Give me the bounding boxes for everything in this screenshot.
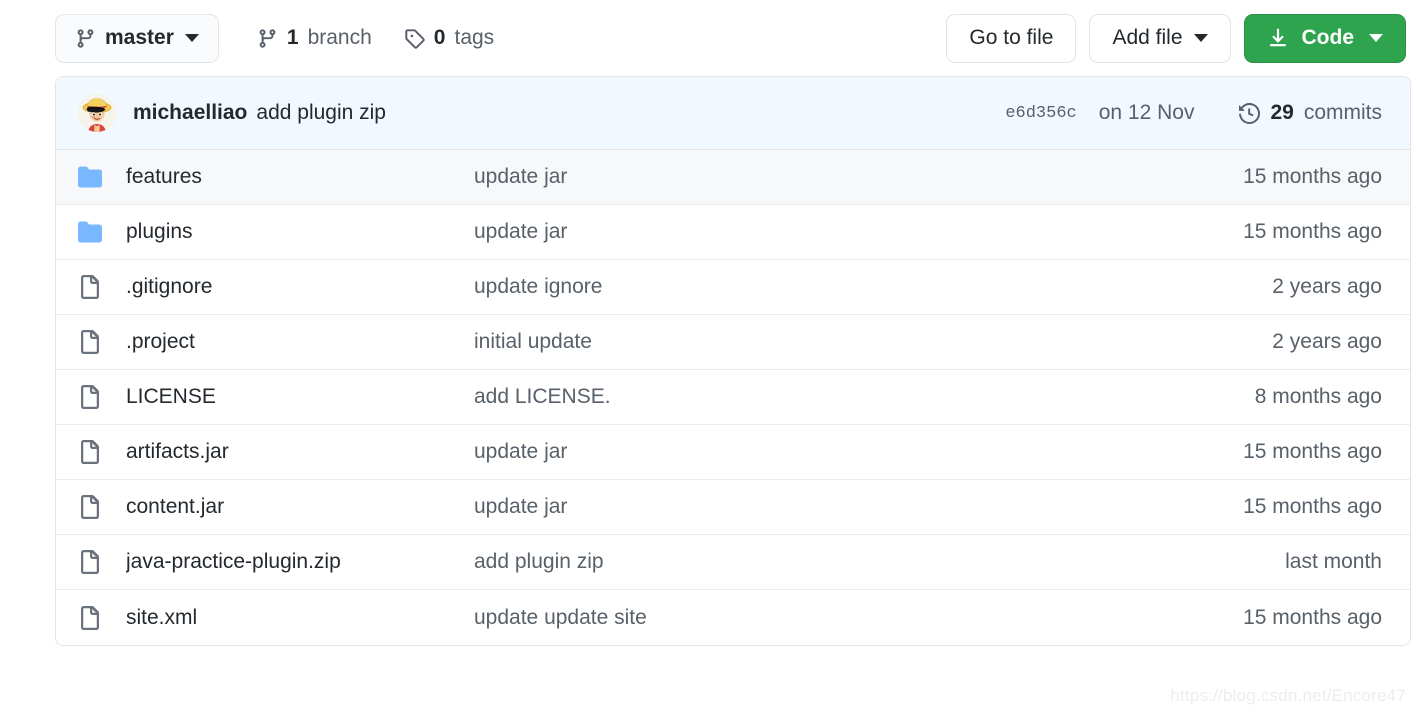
repo-meta-group: 1 branch 0 tags (257, 26, 494, 50)
file-name[interactable]: java-practice-plugin.zip (126, 550, 474, 574)
table-row[interactable]: features update jar 15 months ago (56, 150, 1410, 205)
file-commit-age: last month (1285, 550, 1382, 573)
file-commit-message[interactable]: add LICENSE. (474, 385, 1255, 409)
table-row[interactable]: LICENSE add LICENSE. 8 months ago (56, 370, 1410, 425)
repo-file-browser: master 1 branch 0 tags Go to file Add fi… (0, 0, 1416, 716)
tag-icon (404, 28, 425, 49)
table-row[interactable]: .gitignore update ignore 2 years ago (56, 260, 1410, 315)
toolbar-left-group: master 1 branch 0 tags (55, 13, 494, 63)
file-commit-message[interactable]: update jar (474, 165, 1243, 189)
branch-select-label: master (105, 26, 174, 49)
tag-count[interactable]: 0 tags (404, 26, 494, 50)
tag-count-label: tags (454, 26, 495, 49)
commit-count-label: commits (1303, 101, 1382, 124)
file-commit-message[interactable]: add plugin zip (474, 550, 1285, 574)
file-commit-age: 2 years ago (1272, 275, 1382, 298)
file-commit-message[interactable]: update ignore (474, 275, 1272, 299)
file-icon (78, 550, 108, 574)
commit-count-value: 29 (1270, 101, 1294, 124)
folder-icon (78, 220, 108, 244)
branch-select-button[interactable]: master (55, 13, 219, 63)
commit-sha[interactable]: e6d356c (1005, 104, 1076, 123)
commit-message[interactable]: add plugin zip (256, 101, 386, 125)
branch-count-value: 1 (286, 26, 299, 49)
go-to-file-label: Go to file (969, 26, 1054, 49)
go-to-file-button[interactable]: Go to file (946, 13, 1077, 63)
table-row[interactable]: content.jar update jar 15 months ago (56, 480, 1410, 535)
avatar[interactable] (78, 94, 116, 132)
file-name[interactable]: content.jar (126, 495, 474, 519)
table-row[interactable]: java-practice-plugin.zip add plugin zip la… (56, 535, 1410, 590)
git-branch-icon (75, 28, 96, 49)
download-icon (1267, 27, 1289, 49)
file-name[interactable]: LICENSE (126, 385, 474, 409)
table-row[interactable]: artifacts.jar update jar 15 months ago (56, 425, 1410, 480)
folder-icon (78, 165, 108, 189)
add-file-label: Add file (1112, 26, 1183, 49)
watermark: https://blog.csdn.net/Encore47 (1170, 686, 1406, 705)
file-icon (78, 495, 108, 519)
table-row[interactable]: plugins update jar 15 months ago (56, 205, 1410, 260)
file-name[interactable]: .project (126, 330, 474, 354)
git-branch-icon (257, 28, 278, 49)
history-icon (1239, 102, 1261, 124)
tag-count-value: 0 (433, 26, 446, 49)
file-list-container: michaelliao add plugin zip e6d356c on 12… (55, 76, 1411, 646)
file-commit-message[interactable]: update update site (474, 606, 1243, 630)
file-name[interactable]: site.xml (126, 606, 474, 630)
repo-toolbar: master 1 branch 0 tags Go to file Add fi… (0, 0, 1416, 76)
chevron-down-icon (184, 34, 199, 42)
file-name[interactable]: .gitignore (126, 275, 474, 299)
file-commit-age: 15 months ago (1243, 605, 1382, 629)
branch-count-label: branch (307, 26, 372, 49)
file-commit-age: 15 months ago (1243, 220, 1382, 243)
commit-author[interactable]: michaelliao (133, 101, 247, 125)
chevron-down-icon (1193, 34, 1208, 42)
file-commit-age: 8 months ago (1254, 385, 1382, 408)
file-name[interactable]: plugins (126, 220, 474, 244)
table-row[interactable]: .project initial update 2 years ago (56, 315, 1410, 370)
add-file-button[interactable]: Add file (1089, 13, 1231, 63)
code-label: Code (1301, 26, 1355, 49)
file-commit-message[interactable]: update jar (474, 440, 1243, 464)
commit-date: on 12 Nov (1098, 101, 1195, 124)
file-icon (78, 385, 108, 409)
commit-count[interactable]: 29 commits (1239, 101, 1382, 125)
latest-commit-bar: michaelliao add plugin zip e6d356c on 12… (56, 77, 1410, 150)
file-commit-age: 15 months ago (1243, 440, 1382, 463)
branch-count[interactable]: 1 branch (257, 26, 372, 50)
file-name[interactable]: artifacts.jar (126, 440, 474, 464)
file-rows: features update jar 15 months ago plugins up… (56, 150, 1410, 645)
file-icon (78, 440, 108, 464)
file-icon (78, 275, 108, 299)
file-commit-age: 15 months ago (1243, 165, 1382, 188)
file-commit-age: 15 months ago (1243, 495, 1382, 518)
toolbar-right-group: Go to file Add file Code (946, 13, 1411, 63)
file-commit-message[interactable]: update jar (474, 495, 1243, 519)
file-commit-age: 2 years ago (1272, 330, 1382, 353)
chevron-down-icon (1369, 34, 1383, 42)
file-name[interactable]: features (126, 165, 474, 189)
file-commit-message[interactable]: update jar (474, 220, 1243, 244)
file-icon (78, 605, 108, 630)
file-commit-message[interactable]: initial update (474, 330, 1272, 354)
file-icon (78, 330, 108, 354)
table-row[interactable]: site.xml update update site 15 months ago (56, 590, 1410, 645)
code-button[interactable]: Code (1243, 13, 1406, 63)
commit-meta-group: e6d356c on 12 Nov 29 commits (1005, 101, 1382, 125)
